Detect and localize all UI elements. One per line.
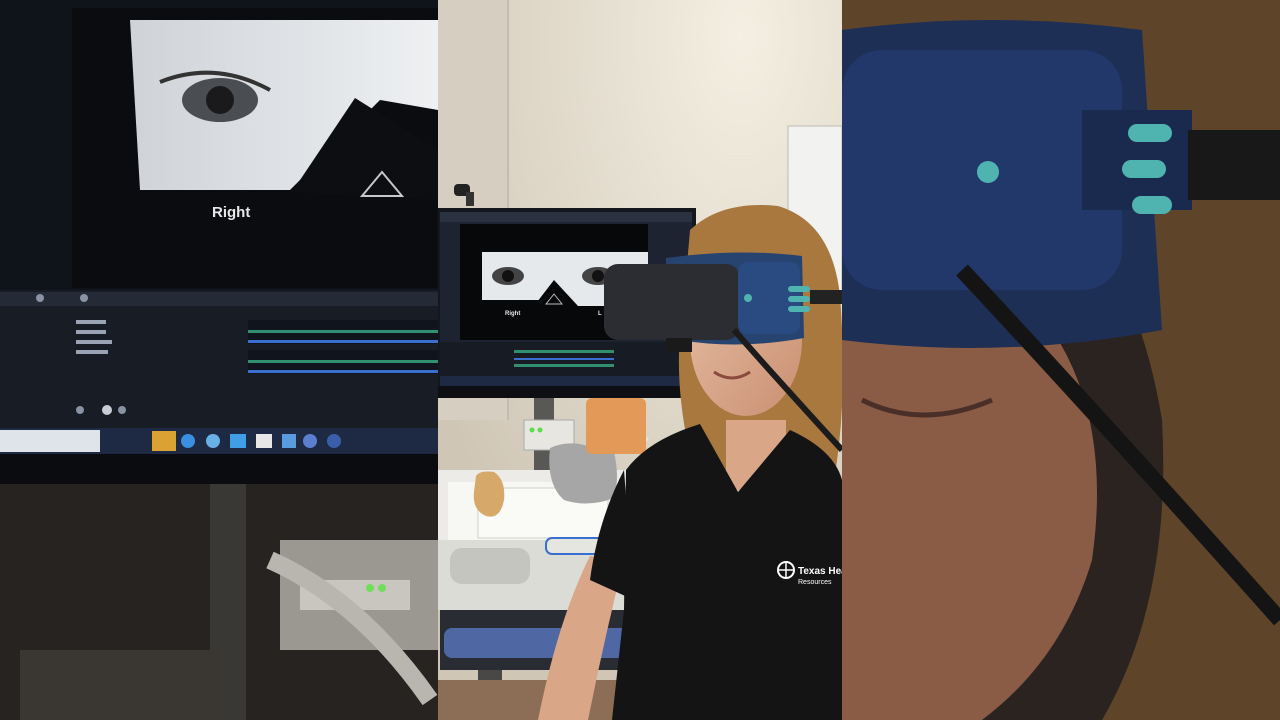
monitor-right-label: Right (505, 311, 520, 317)
shirt-logo-line2: Resources (798, 579, 832, 586)
logo-icon (777, 561, 795, 579)
left-panel-graphic: Right (0, 0, 438, 720)
right-panel-graphic (842, 0, 1280, 720)
center-video-panel: Right L Texas He Resources (438, 0, 842, 720)
monitor-left-label: L (598, 311, 602, 317)
shirt-logo-line1: Texas Healt (798, 566, 842, 577)
center-scene: Right L Texas He Resources (438, 0, 842, 720)
video-frame: Right Right L Texas He Resources (0, 0, 1280, 720)
ear-model-icon (473, 471, 505, 517)
left-zoom-panel: Right (0, 0, 438, 720)
left-right-label: Right (212, 204, 250, 221)
right-zoom-panel (842, 0, 1280, 720)
